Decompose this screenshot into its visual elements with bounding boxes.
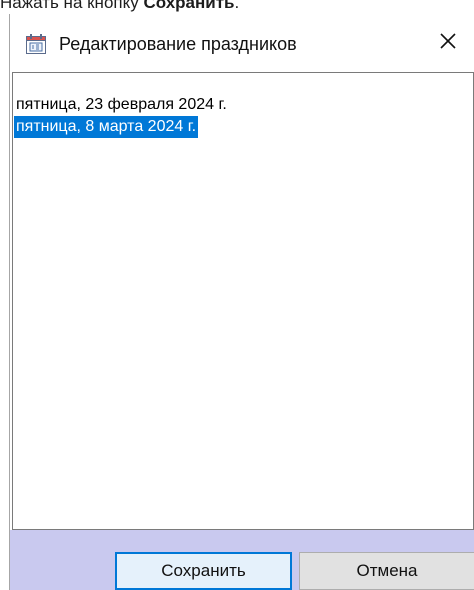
holiday-list[interactable]: пятница, 23 февраля 2024 г. пятница, 8 м… [12,72,474,530]
save-button[interactable]: Сохранить [115,552,292,590]
dialog-title: Редактирование праздников [59,34,297,54]
instruction-prefix: Нажать на кнопку [0,0,144,12]
close-icon [438,31,458,56]
close-button[interactable] [428,26,468,60]
holiday-edit-dialog: Редактирование праздников пятница, 23 фе… [9,14,474,590]
page: Нажать на кнопку Сохранить. Редактирован… [0,0,474,590]
dialog-footer: Сохранить Отмена [10,530,474,590]
calendar-icon [25,33,47,55]
cancel-button[interactable]: Отмена [299,552,474,590]
instruction-suffix: . [234,0,240,12]
title-bar[interactable]: Редактирование праздников [10,14,474,70]
list-item[interactable]: пятница, 23 февраля 2024 г. [14,94,229,116]
list-item-selected[interactable]: пятница, 8 марта 2024 г. [14,116,199,138]
instruction-button-name: Сохранить [143,0,235,12]
instruction-text: Нажать на кнопку Сохранить. [0,0,239,15]
